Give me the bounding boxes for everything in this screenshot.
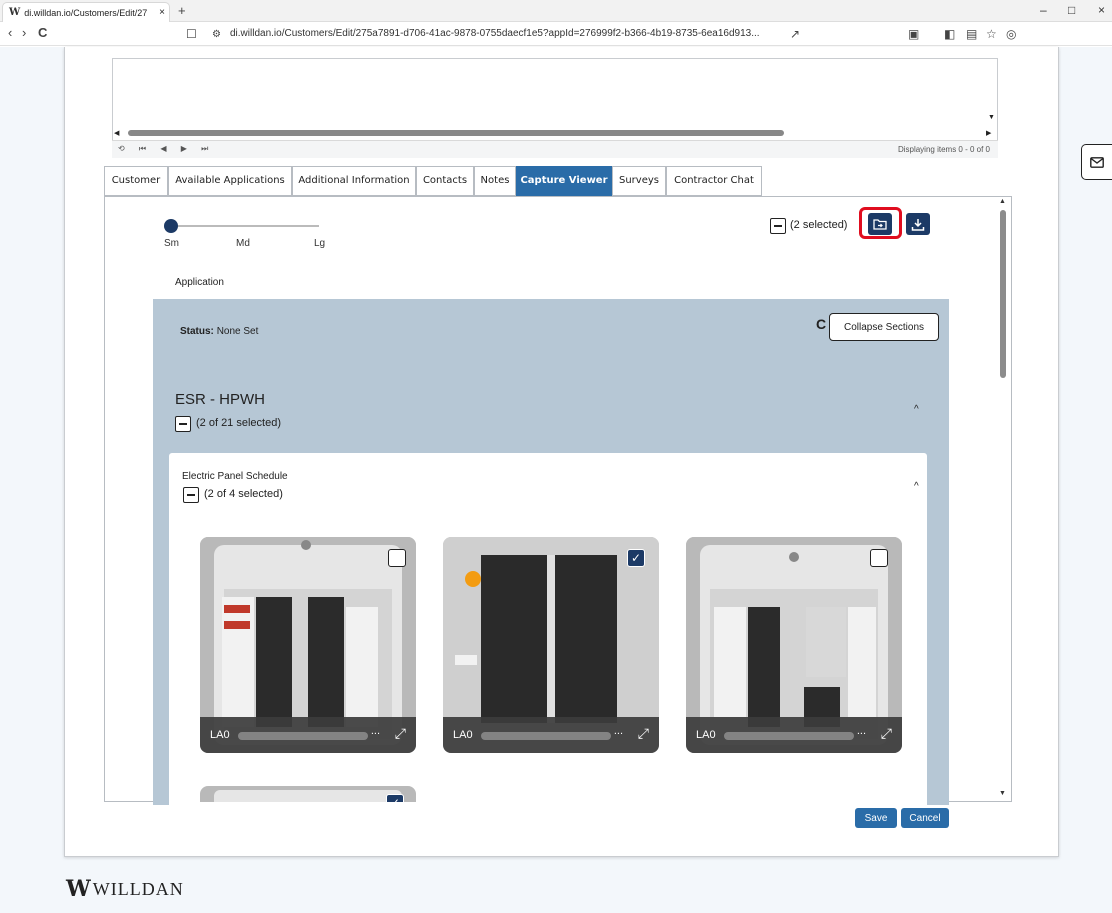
photo-label: LA0: [453, 729, 473, 741]
expand-icon[interactable]: ⤢: [395, 725, 406, 742]
pager-nav-icons[interactable]: ⟲ ⏮ ◀ ▶ ⏭: [118, 144, 214, 154]
size-label-md: Md: [236, 238, 250, 249]
site-info-icon[interactable]: ⚙: [212, 29, 221, 40]
group-selection-count: (2 of 4 selected): [204, 488, 283, 500]
size-slider-handle[interactable]: [164, 219, 178, 233]
photo-filename-redacted: [481, 732, 611, 740]
photo-caption: LA0 ... ⤢: [200, 717, 416, 753]
maximize-button[interactable]: □: [1068, 3, 1075, 17]
minimize-button[interactable]: –: [1040, 3, 1047, 17]
tab-close-icon[interactable]: ×: [155, 7, 169, 18]
section-title: ESR - HPWH: [175, 391, 265, 408]
photo-checkbox[interactable]: [870, 549, 888, 567]
photo-filename-redacted: [238, 732, 368, 740]
save-button[interactable]: Save: [855, 808, 897, 828]
share-icon[interactable]: ↗: [790, 27, 800, 41]
scroll-up-icon[interactable]: ▲: [999, 198, 1006, 205]
select-all-checkbox[interactable]: [770, 218, 786, 234]
willdan-logo-mark: W: [66, 876, 91, 902]
tab-available-applications[interactable]: Available Applications: [168, 166, 292, 196]
selection-summary: (2 selected): [790, 219, 848, 231]
status-label: Status:: [180, 326, 214, 337]
panel-vertical-scrollbar[interactable]: ▲ ▼: [996, 196, 1010, 802]
download-icon: [911, 218, 925, 231]
pager-status: Displaying items 0 - 0 of 0: [897, 145, 990, 154]
electric-panel-photo: [214, 790, 402, 802]
forward-button[interactable]: ›: [22, 25, 26, 40]
group-chevron-up-icon[interactable]: ^: [914, 481, 919, 492]
photo-label: LA0: [696, 729, 716, 741]
cancel-button[interactable]: Cancel: [901, 808, 949, 828]
size-slider-track[interactable]: [171, 225, 319, 227]
status-line: Status: None Set: [180, 326, 258, 337]
tab-contractor-chat[interactable]: Contractor Chat: [666, 166, 762, 196]
split-screen-icon[interactable]: ◧: [944, 27, 955, 41]
browser-tab[interactable]: W di.willdan.io/Customers/Edit/27 ×: [2, 2, 170, 22]
photo-card[interactable]: ✓ LA0 ... ⤢: [443, 537, 659, 753]
section-chevron-up-icon[interactable]: ^: [914, 404, 919, 415]
favorites-icon[interactable]: ☆: [986, 27, 997, 41]
reader-icon[interactable]: ▣: [908, 27, 919, 41]
willdan-favicon-icon: W: [9, 7, 21, 18]
application-label: Application: [175, 277, 224, 288]
tab-notes[interactable]: Notes: [474, 166, 516, 196]
download-button[interactable]: [906, 213, 930, 235]
collapse-sections-button[interactable]: Collapse Sections: [829, 313, 939, 341]
size-label-lg: Lg: [314, 238, 326, 249]
tab-contacts[interactable]: Contacts: [416, 166, 474, 196]
panel-scroll-thumb[interactable]: [1000, 210, 1006, 378]
new-tab-button[interactable]: +: [178, 3, 186, 18]
collections-icon[interactable]: ▤: [966, 27, 977, 41]
bookmark-icon[interactable]: ☐: [186, 27, 197, 41]
grid-scroll-left-icon[interactable]: ◀: [114, 129, 119, 137]
tab-capture-viewer[interactable]: Capture Viewer: [516, 166, 612, 196]
grid-pager: ⟲ ⏮ ◀ ▶ ⏭ Displaying items 0 - 0 of 0: [112, 140, 998, 158]
tab-additional-information[interactable]: Additional Information: [292, 166, 416, 196]
group-select-checkbox[interactable]: [183, 487, 199, 503]
photo-label: LA0: [210, 729, 230, 741]
mail-icon[interactable]: [1081, 144, 1112, 180]
photo-checkbox[interactable]: ✓: [386, 794, 404, 802]
photo-card[interactable]: ✓: [200, 786, 416, 802]
section-selection-count: (2 of 21 selected): [196, 417, 281, 429]
back-button[interactable]: ‹: [8, 25, 12, 40]
grid-scroll-thumb[interactable]: [128, 130, 784, 136]
grid-scroll-down-icon[interactable]: ▼: [988, 114, 995, 121]
window-close-button[interactable]: ×: [1098, 3, 1105, 17]
status-value: None Set: [216, 326, 259, 337]
expand-icon[interactable]: ⤢: [638, 725, 649, 742]
photo-checkbox[interactable]: [388, 549, 406, 567]
photo-checkbox[interactable]: ✓: [627, 549, 645, 567]
address-bar[interactable]: di.willdan.io/Customers/Edit/275a7891-d7…: [230, 28, 760, 39]
photo-group-title: Electric Panel Schedule: [182, 471, 288, 482]
photo-more-text: ...: [856, 725, 866, 737]
grid-scroll-right-icon[interactable]: ▶: [986, 129, 991, 137]
photo-caption: LA0 ... ⤢: [686, 717, 902, 753]
photo-more-text: ...: [370, 725, 380, 737]
envelope-icon: [1090, 156, 1104, 168]
photo-caption: LA0 ... ⤢: [443, 717, 659, 753]
section-select-checkbox[interactable]: [175, 416, 191, 432]
tab-surveys[interactable]: Surveys: [612, 166, 666, 196]
refresh-icon[interactable]: C: [816, 316, 826, 332]
browser-tab-title: di.willdan.io/Customers/Edit/27: [24, 7, 148, 18]
willdan-logo: W WILLDAN: [66, 876, 184, 902]
reload-button[interactable]: C: [38, 25, 47, 40]
highlight-outline: [859, 207, 902, 239]
tab-customer[interactable]: Customer: [104, 166, 168, 196]
scroll-down-icon[interactable]: ▼: [999, 790, 1006, 797]
grid-horizontal-scrollbar[interactable]: [120, 129, 980, 137]
photo-card[interactable]: LA0 ... ⤢: [686, 537, 902, 753]
photo-more-text: ...: [613, 725, 623, 737]
photo-filename-redacted: [724, 732, 854, 740]
willdan-logo-text: WILLDAN: [92, 878, 184, 899]
photo-card[interactable]: LA0 ... ⤢: [200, 537, 416, 753]
size-label-sm: Sm: [164, 238, 179, 249]
expand-icon[interactable]: ⤢: [881, 725, 892, 742]
shield-icon[interactable]: ◎: [1006, 27, 1016, 41]
